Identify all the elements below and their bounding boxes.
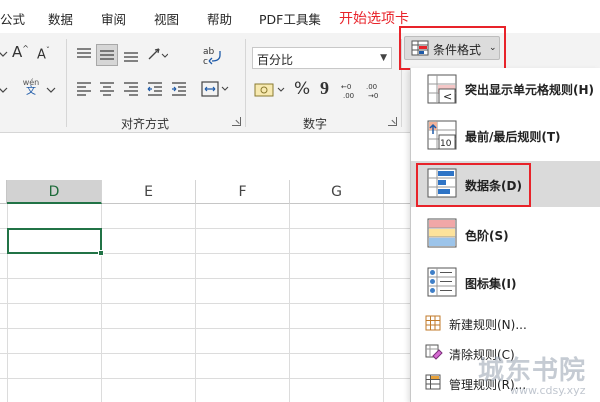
tab-view[interactable]: 视图	[154, 9, 179, 28]
watermark: 城东书院	[478, 356, 587, 386]
column-header-e[interactable]: E	[102, 180, 196, 204]
tab-data[interactable]: 数据	[48, 9, 73, 28]
svg-text:←0: ←0	[341, 83, 351, 91]
menu-item-highlight-cells[interactable]: < 突出显示单元格规则(H)	[411, 68, 600, 112]
watermark-url: www.cdsy.xyz	[510, 384, 586, 397]
phonetic-guide-button[interactable]: wén 文	[19, 79, 43, 97]
number-launcher-icon[interactable]	[388, 117, 397, 126]
top-bottom-icon: 10	[427, 120, 457, 150]
number-format-select[interactable]: 百分比 ▼	[252, 47, 392, 69]
row-header-corner[interactable]	[0, 180, 7, 204]
svg-text:.00: .00	[366, 83, 377, 91]
column-header-d[interactable]: D	[7, 180, 102, 204]
fill-handle[interactable]	[98, 250, 104, 256]
comma-style-button[interactable]: 9	[320, 79, 329, 97]
ribbon-tab-bar: 公式 数据 审阅 视图 帮助 PDF工具集 开始选项卡	[0, 0, 600, 33]
align-middle-icon[interactable]	[96, 44, 118, 66]
column-header-f[interactable]: F	[196, 180, 290, 204]
tab-review[interactable]: 审阅	[101, 9, 126, 28]
wrap-text-icon[interactable]: ab c	[202, 45, 224, 67]
new-rule-icon	[425, 315, 441, 331]
tab-pdf-tools[interactable]: PDF工具集	[259, 9, 321, 28]
highlight-box-conditional-format	[399, 26, 506, 70]
menu-item-label: 新建规则(N)...	[449, 318, 527, 332]
column-header-h[interactable]	[384, 180, 410, 204]
increase-indent-icon[interactable]	[170, 80, 188, 98]
group-separator	[245, 39, 246, 127]
menu-item-label: 图标集(I)	[465, 277, 517, 291]
decrease-decimal-icon[interactable]: .00 →0	[365, 80, 387, 100]
svg-text:.00: .00	[343, 92, 354, 100]
menu-item-label: 色阶(S)	[465, 229, 509, 243]
underline-dropdown-icon[interactable]	[0, 49, 8, 59]
highlight-box-data-bars	[416, 163, 531, 207]
annotation-label: 开始选项卡	[339, 11, 409, 27]
align-center-icon[interactable]	[98, 80, 116, 98]
increase-decimal-icon[interactable]: ←0.00	[340, 80, 362, 100]
decrease-font-icon: A	[37, 47, 46, 63]
fill-dropdown-icon[interactable]	[0, 85, 8, 95]
alignment-group-label: 对齐方式	[121, 117, 170, 131]
clear-rules-icon	[425, 344, 443, 360]
accounting-format-icon[interactable]	[254, 81, 288, 99]
phonetic-dropdown-icon[interactable]	[46, 85, 56, 95]
menu-item-color-scales[interactable]: 色阶(S)	[411, 210, 600, 258]
align-left-icon[interactable]	[75, 80, 93, 98]
chevron-down-icon: ▼	[380, 53, 387, 63]
highlight-cells-icon: <	[427, 74, 457, 104]
decrease-indent-icon[interactable]	[146, 80, 164, 98]
increase-font-button[interactable]: A^	[12, 45, 29, 60]
merge-center-icon[interactable]	[200, 79, 230, 99]
svg-text:ab: ab	[203, 47, 215, 57]
number-format-value: 百分比	[257, 53, 294, 67]
menu-item-top-bottom[interactable]: 10 最前/最后规则(T)	[411, 113, 600, 159]
svg-text:10: 10	[440, 139, 452, 149]
group-separator	[66, 39, 67, 127]
decrease-font-button[interactable]: Aˇ	[37, 47, 50, 63]
increase-font-icon: A	[12, 43, 23, 61]
formula-bar-area	[0, 134, 410, 180]
align-right-icon[interactable]	[122, 80, 140, 98]
manage-rules-icon	[425, 374, 441, 390]
color-scales-icon	[427, 218, 457, 248]
tab-help[interactable]: 帮助	[207, 9, 232, 28]
tab-formulas[interactable]: 公式	[0, 9, 25, 28]
menu-item-new-rule[interactable]: 新建规则(N)...	[411, 310, 600, 334]
menu-item-label: 突出显示单元格规则(H)	[465, 83, 595, 97]
alignment-launcher-icon[interactable]	[232, 117, 241, 126]
align-top-icon[interactable]	[75, 46, 93, 64]
icon-sets-icon	[427, 267, 457, 297]
phonetic-bottom-text: 文	[26, 86, 36, 97]
number-group-label: 数字	[303, 117, 328, 131]
align-bottom-icon[interactable]	[122, 46, 140, 64]
menu-item-label: 最前/最后规则(T)	[465, 130, 561, 144]
column-header-g[interactable]: G	[290, 180, 384, 204]
percent-style-button[interactable]: %	[294, 81, 310, 98]
svg-text:<: <	[443, 90, 452, 103]
selected-cell[interactable]	[7, 228, 102, 254]
svg-text:→0: →0	[368, 92, 378, 100]
menu-item-icon-sets[interactable]: 图标集(I)	[411, 259, 600, 305]
svg-text:c: c	[203, 57, 208, 67]
orientation-icon[interactable]	[146, 45, 168, 63]
